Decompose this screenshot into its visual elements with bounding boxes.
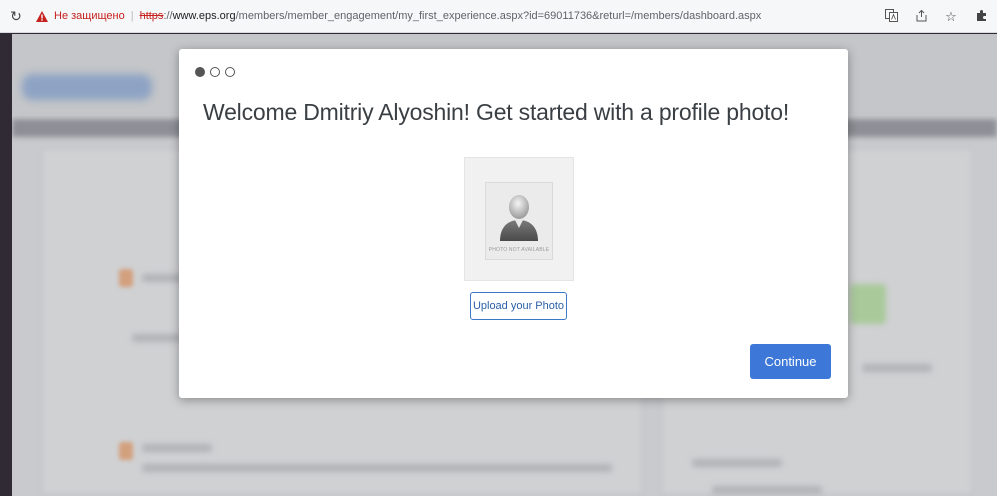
background-text <box>132 334 182 342</box>
url-separator: | <box>130 10 134 22</box>
translate-icon[interactable] <box>883 8 899 25</box>
profile-photo-dialog: Welcome Dmitriy Alyoshin! Get started wi… <box>179 49 848 398</box>
warning-icon[interactable] <box>36 10 48 22</box>
background-marker <box>119 269 133 287</box>
profile-photo-placeholder: PHOTO NOT AVAILABLE <box>464 157 574 281</box>
dialog-title: Welcome Dmitriy Alyoshin! Get started wi… <box>203 99 790 125</box>
reload-icon[interactable]: ↻ <box>0 8 32 25</box>
extensions-icon[interactable] <box>973 9 989 25</box>
step-indicator <box>195 67 235 77</box>
browser-toolbar-icons: ☆ <box>883 0 989 33</box>
share-icon[interactable] <box>913 9 929 25</box>
background-badge <box>850 284 886 324</box>
background-text <box>712 486 822 494</box>
photo-not-available-caption: PHOTO NOT AVAILABLE <box>488 247 550 253</box>
background-logo <box>22 74 152 100</box>
avatar-silhouette-icon <box>500 195 538 241</box>
security-warning-label[interactable]: Не защищено <box>54 10 125 22</box>
url-path: /members/member_engagement/my_first_expe… <box>235 10 762 22</box>
background-marker <box>119 442 133 460</box>
url-scheme: https <box>139 10 164 22</box>
browser-address-bar: ↻ Не защищено | https://www.eps.org/memb… <box>0 0 997 33</box>
avatar-placeholder-image: PHOTO NOT AVAILABLE <box>485 182 553 260</box>
background-text <box>142 444 212 452</box>
background-text <box>862 364 932 372</box>
background-text <box>692 459 782 467</box>
bookmark-star-icon[interactable]: ☆ <box>943 9 959 25</box>
step-dot-2 <box>210 67 220 77</box>
step-dot-1 <box>195 67 205 77</box>
step-dot-3 <box>225 67 235 77</box>
upload-photo-button[interactable]: Upload your Photo <box>470 292 567 320</box>
background-text <box>142 464 612 472</box>
url-host: www.eps.org <box>172 10 236 22</box>
page-edge <box>0 33 12 496</box>
continue-button[interactable]: Continue <box>750 344 831 379</box>
url-field[interactable]: https://www.eps.org/members/member_engag… <box>140 10 762 22</box>
